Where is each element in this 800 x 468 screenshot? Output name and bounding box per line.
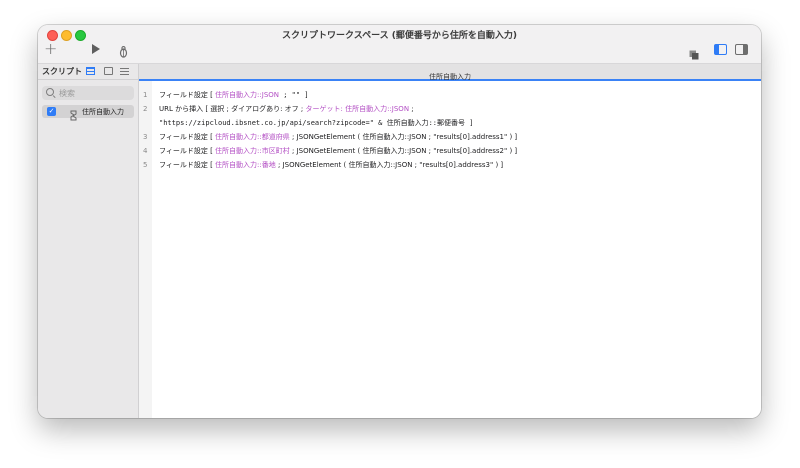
script-name: 住所自動入力 <box>82 108 124 116</box>
step-text: URL から挿入 [ 選択 ; ダイアログあり: オフ ; ターゲット: 住所自… <box>159 105 414 113</box>
sidebar-title: スクリプト <box>42 67 82 76</box>
scripts-sidebar: スクリプト 検索 ✓ 住所自動入力 <box>38 64 139 418</box>
line-number: 1 <box>143 91 148 99</box>
field-reference: ターゲット: 住所自動入力::JSON <box>305 105 410 113</box>
line-number: 2 <box>143 105 148 113</box>
title-bar: スクリプトワークスペース (郵便番号から住所を自動入力) + <box>38 25 761 64</box>
line-number: 5 <box>143 161 148 169</box>
script-editor: 住所自動入力 1 フィールド設定 [ 住所自動入力::JSON ; "" ] 2… <box>139 64 761 418</box>
bug-icon[interactable] <box>119 43 128 58</box>
script-step-4[interactable]: 4 フィールド設定 [ 住所自動入力::市区町村 ; JSONGetElemen… <box>139 144 761 158</box>
field-reference: 住所自動入力::市区町村 <box>215 147 290 155</box>
script-workspace-window: スクリプトワークスペース (郵便番号から住所を自動入力) + スクリプト 検索 … <box>38 25 761 418</box>
step-text: フィールド設定 [ 住所自動入力::市区町村 ; JSONGetElement … <box>159 147 518 155</box>
line-number: 3 <box>143 133 148 141</box>
script-step-5[interactable]: 5 フィールド設定 [ 住所自動入力::番地 ; JSONGetElement … <box>139 158 761 172</box>
plus-icon[interactable]: + <box>44 40 57 58</box>
folder-icon[interactable] <box>104 67 113 75</box>
field-reference: 住所自動入力::番地 <box>215 161 276 169</box>
field-reference: 住所自動入力::都道府県 <box>215 133 290 141</box>
field-reference: 住所自動入力::JSON <box>215 91 280 99</box>
step-text: フィールド設定 [ 住所自動入力::JSON ; "" ] <box>159 91 309 99</box>
line-number: 4 <box>143 147 148 155</box>
menu-icon[interactable] <box>120 68 129 75</box>
sidebar-header: スクリプト <box>38 64 138 80</box>
layers-icon[interactable] <box>689 45 699 60</box>
script-step-2[interactable]: 2 URL から挿入 [ 選択 ; ダイアログあり: オフ ; ターゲット: 住… <box>139 102 761 116</box>
tab-label: 住所自動入力 <box>429 73 471 81</box>
step-text: フィールド設定 [ 住所自動入力::都道府県 ; JSONGetElement … <box>159 133 518 141</box>
list-view-icon[interactable] <box>86 67 95 75</box>
step-text: "https://zipcloud.ibsnet.co.jp/api/searc… <box>159 119 474 127</box>
checkbox[interactable]: ✓ <box>47 107 56 116</box>
script-step-2-continuation: "https://zipcloud.ibsnet.co.jp/api/searc… <box>139 116 761 130</box>
search-placeholder: 検索 <box>59 89 75 98</box>
window-title: スクリプトワークスペース (郵便番号から住所を自動入力) <box>281 31 517 41</box>
script-step-3[interactable]: 3 フィールド設定 [ 住所自動入力::都道府県 ; JSONGetElemen… <box>139 130 761 144</box>
step-text: フィールド設定 [ 住所自動入力::番地 ; JSONGetElement ( … <box>159 161 504 169</box>
tab-script[interactable]: 住所自動入力 <box>139 64 761 81</box>
sidebar-right-icon[interactable] <box>735 44 748 55</box>
script-step-1[interactable]: 1 フィールド設定 [ 住所自動入力::JSON ; "" ] <box>139 88 761 102</box>
search-field[interactable]: 検索 <box>42 86 134 100</box>
search-icon <box>46 88 54 96</box>
script-list-item[interactable]: ✓ 住所自動入力 <box>42 105 134 121</box>
script-icon <box>69 106 78 121</box>
sidebar-left-icon[interactable] <box>714 44 727 55</box>
play-icon[interactable] <box>92 44 100 54</box>
